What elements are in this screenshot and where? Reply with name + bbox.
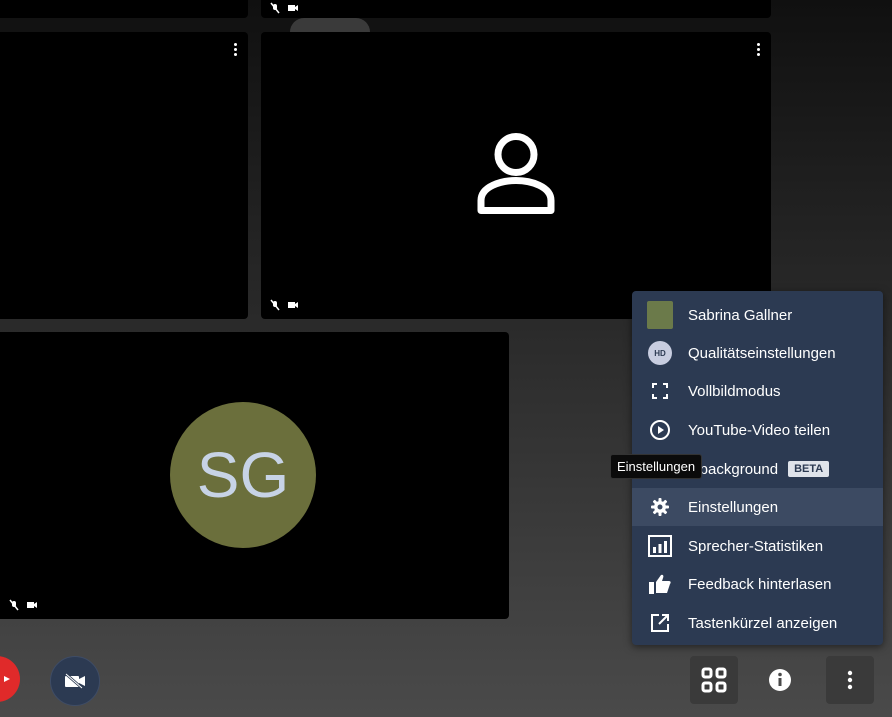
- tile-menu-button[interactable]: [230, 42, 240, 58]
- tile-view-icon: [701, 667, 727, 693]
- camera-off-icon: [27, 602, 37, 608]
- person-placeholder-icon: [471, 128, 561, 223]
- menu-item-label: Einstellungen: [688, 498, 779, 516]
- video-tile-sg[interactable]: SG: [0, 332, 509, 619]
- menu-item-speaker-stats[interactable]: Sprecher-Statistiken: [632, 527, 883, 565]
- menu-item-label: Sabrina Gallner: [688, 306, 793, 324]
- tile-menu-button[interactable]: [753, 42, 763, 58]
- hangup-button[interactable]: [0, 656, 20, 702]
- mic-muted-icon: [270, 2, 280, 14]
- beta-badge: BETA: [788, 461, 830, 477]
- menu-item-youtube[interactable]: YouTube-Video teilen: [632, 411, 883, 449]
- tile-status-icons: [269, 299, 299, 311]
- video-tile-top-right[interactable]: [261, 0, 771, 18]
- camera-off-icon: [65, 673, 85, 689]
- bar-chart-icon: [647, 533, 673, 559]
- menu-item-label: Sprecher-Statistiken: [688, 537, 824, 555]
- menu-item-fullscreen[interactable]: Vollbildmodus: [632, 372, 883, 410]
- info-button[interactable]: [762, 662, 798, 698]
- menu-item-shortcuts[interactable]: Tastenkürzel anzeigen: [632, 604, 883, 642]
- hangup-icon: [4, 676, 10, 682]
- menu-item-label: Tastenkürzel anzeigen: [688, 614, 838, 632]
- camera-off-icon: [288, 302, 298, 308]
- menu-item-profile[interactable]: Sabrina Gallner: [632, 296, 883, 334]
- camera-off-icon: [288, 5, 298, 11]
- user-avatar-icon: [647, 301, 673, 329]
- video-tile-center[interactable]: [261, 32, 771, 319]
- mic-muted-icon: [9, 599, 19, 611]
- menu-item-label: YouTube-Video teilen: [688, 421, 831, 439]
- more-actions-button[interactable]: [826, 656, 874, 704]
- play-circle-icon: [647, 417, 673, 443]
- info-icon: [769, 669, 791, 691]
- hd-icon: HD: [647, 340, 673, 366]
- tile-status-icons: [8, 599, 38, 611]
- participant-avatar: SG: [170, 402, 316, 548]
- menu-item-settings[interactable]: Einstellungen: [632, 488, 883, 526]
- settings-tooltip: Einstellungen: [610, 454, 703, 479]
- tile-view-button[interactable]: [690, 656, 738, 704]
- video-tile-top-left[interactable]: [0, 0, 248, 18]
- fullscreen-icon: [647, 378, 673, 404]
- video-tile-left[interactable]: [0, 32, 248, 319]
- menu-item-label: Qualitätseinstellungen: [688, 344, 836, 362]
- gear-icon: [647, 494, 673, 520]
- menu-item-quality[interactable]: HD Qualitätseinstellungen: [632, 334, 883, 372]
- external-link-icon: [647, 610, 673, 636]
- menu-item-label: Feedback hinterlasen: [688, 575, 832, 593]
- menu-item-label: Vollbildmodus: [688, 382, 781, 400]
- menu-item-feedback[interactable]: Feedback hinterlasen: [632, 565, 883, 603]
- partial-avatar-shadow: [290, 18, 370, 32]
- thumbs-up-icon: [647, 571, 673, 597]
- mic-muted-icon: [270, 299, 280, 311]
- kebab-icon: [847, 670, 853, 690]
- camera-toggle-button[interactable]: [50, 656, 100, 706]
- tile-status-icons: [269, 2, 299, 14]
